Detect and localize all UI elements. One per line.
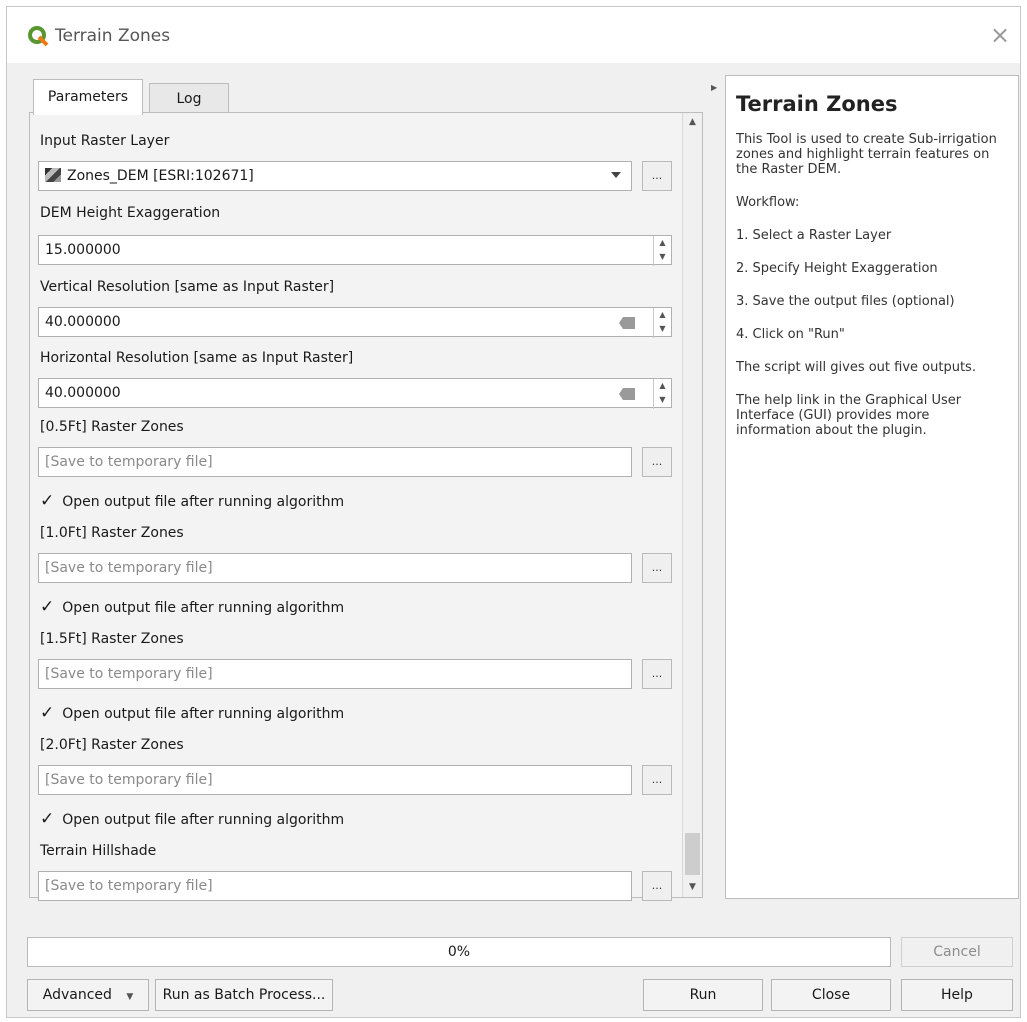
help-outputs: The script will gives out five outputs. — [736, 360, 976, 375]
qgis-logo-icon — [28, 26, 49, 47]
vertical-res-value: 40.000000 — [45, 314, 121, 330]
help-title: Terrain Zones — [736, 92, 898, 116]
dem-height-label: DEM Height Exaggeration — [40, 205, 221, 221]
vertical-res-label: Vertical Resolution [same as Input Raste… — [40, 279, 335, 295]
horizontal-res-value: 40.000000 — [45, 385, 121, 401]
zone-05-open-checkbox[interactable]: ✓ Open output file after running algorith… — [40, 491, 344, 511]
dem-height-stepper[interactable]: ▲ ▼ — [653, 236, 671, 266]
close-window-icon[interactable]: × — [986, 21, 1014, 49]
progress-text: 0% — [447, 944, 471, 960]
zone-20-browse-button[interactable]: ... — [642, 765, 672, 795]
dem-height-value: 15.000000 — [45, 242, 121, 258]
scrollbar-thumb[interactable] — [685, 833, 700, 875]
zone-05-output-field[interactable]: [Save to temporary file] — [38, 447, 632, 477]
zone-15-browse-button[interactable]: ... — [642, 659, 672, 689]
advanced-button[interactable]: Advanced ▼ — [27, 979, 149, 1011]
zone-20-open-label: Open output file after running algorithm — [62, 812, 345, 828]
help-workflow: Workflow: — [736, 195, 800, 210]
parameters-scrollbar[interactable]: ▲ ▼ — [682, 113, 702, 897]
help-description: This Tool is used to create Sub-irrigati… — [736, 132, 997, 177]
collapse-help-icon[interactable]: ▶ — [711, 83, 717, 92]
horizontal-res-stepper[interactable]: ▲ ▼ — [653, 379, 671, 409]
help-step-3: 3. Save the output files (optional) — [736, 294, 955, 309]
zone-15-open-label: Open output file after running algorithm — [62, 706, 345, 722]
zone-15-open-checkbox[interactable]: ✓ Open output file after running algorith… — [40, 703, 344, 723]
tab-parameters[interactable]: Parameters — [33, 79, 143, 115]
zone-10-label: [1.0Ft] Raster Zones — [40, 525, 184, 541]
input-raster-browse-button[interactable]: ... — [642, 161, 672, 191]
vertical-res-spinbox[interactable]: 40.000000 ▲ ▼ — [38, 307, 672, 338]
help-step-2: 2. Specify Height Exaggeration — [736, 261, 938, 276]
help-link-note: The help link in the Graphical User Inte… — [736, 393, 962, 438]
scroll-down-icon[interactable]: ▼ — [683, 878, 702, 897]
terrain-zones-dialog: Terrain Zones × Parameters Log Input Ras… — [6, 6, 1021, 1018]
chevron-down-icon: ▼ — [126, 992, 134, 1002]
scroll-up-icon[interactable]: ▲ — [683, 113, 702, 132]
close-button[interactable]: Close — [771, 979, 891, 1011]
cancel-button[interactable]: Cancel — [901, 937, 1013, 967]
raster-layer-icon — [45, 168, 61, 182]
chevron-down-icon — [611, 172, 621, 178]
zone-20-open-checkbox[interactable]: ✓ Open output file after running algorith… — [40, 809, 344, 829]
zone-05-browse-button[interactable]: ... — [642, 447, 672, 477]
zone-05-label: [0.5Ft] Raster Zones — [40, 419, 184, 435]
zone-15-output-field[interactable]: [Save to temporary file] — [38, 659, 632, 689]
check-icon: ✓ — [40, 597, 55, 617]
input-raster-combo[interactable]: Zones_DEM [ESRI:102671] — [38, 161, 632, 191]
zone-10-output-field[interactable]: [Save to temporary file] — [38, 553, 632, 583]
tab-log[interactable]: Log — [149, 83, 229, 113]
zone-10-open-checkbox[interactable]: ✓ Open output file after running algorith… — [40, 597, 344, 617]
help-step-1: 1. Select a Raster Layer — [736, 228, 892, 243]
zone-15-label: [1.5Ft] Raster Zones — [40, 631, 184, 647]
progress-bar: 0% — [27, 937, 891, 967]
dem-height-spinbox[interactable]: 15.000000 ▲ ▼ — [38, 235, 672, 266]
zone-20-label: [2.0Ft] Raster Zones — [40, 737, 184, 753]
check-icon: ✓ — [40, 703, 55, 723]
input-raster-value: Zones_DEM [ESRI:102671] — [67, 168, 254, 184]
advanced-label: Advanced — [42, 987, 112, 1003]
help-panel: Terrain Zones This Tool is used to creat… — [725, 75, 1019, 899]
vertical-res-stepper[interactable]: ▲ ▼ — [653, 308, 671, 338]
run-button[interactable]: Run — [643, 979, 763, 1011]
hillshade-output-field[interactable]: [Save to temporary file] — [38, 871, 632, 901]
run-batch-button[interactable]: Run as Batch Process... — [155, 979, 333, 1011]
input-raster-label: Input Raster Layer — [40, 133, 170, 149]
zone-05-open-label: Open output file after running algorithm — [62, 494, 345, 510]
zone-20-output-field[interactable]: [Save to temporary file] — [38, 765, 632, 795]
parameters-panel: Input Raster Layer Zones_DEM [ESRI:10267… — [29, 112, 703, 901]
zone-10-browse-button[interactable]: ... — [642, 553, 672, 583]
check-icon: ✓ — [40, 809, 55, 829]
zone-10-open-label: Open output file after running algorithm — [62, 600, 345, 616]
clear-icon[interactable] — [619, 388, 635, 400]
horizontal-res-label: Horizontal Resolution [same as Input Ras… — [40, 350, 354, 366]
help-step-4: 4. Click on "Run" — [736, 327, 845, 342]
clear-icon[interactable] — [619, 317, 635, 329]
hillshade-browse-button[interactable]: ... — [642, 871, 672, 901]
horizontal-res-spinbox[interactable]: 40.000000 ▲ ▼ — [38, 378, 672, 409]
check-icon: ✓ — [40, 491, 55, 511]
hillshade-label: Terrain Hillshade — [40, 843, 157, 859]
title-bar: Terrain Zones × — [7, 7, 1020, 63]
help-button[interactable]: Help — [901, 979, 1013, 1011]
window-title: Terrain Zones — [55, 26, 171, 46]
